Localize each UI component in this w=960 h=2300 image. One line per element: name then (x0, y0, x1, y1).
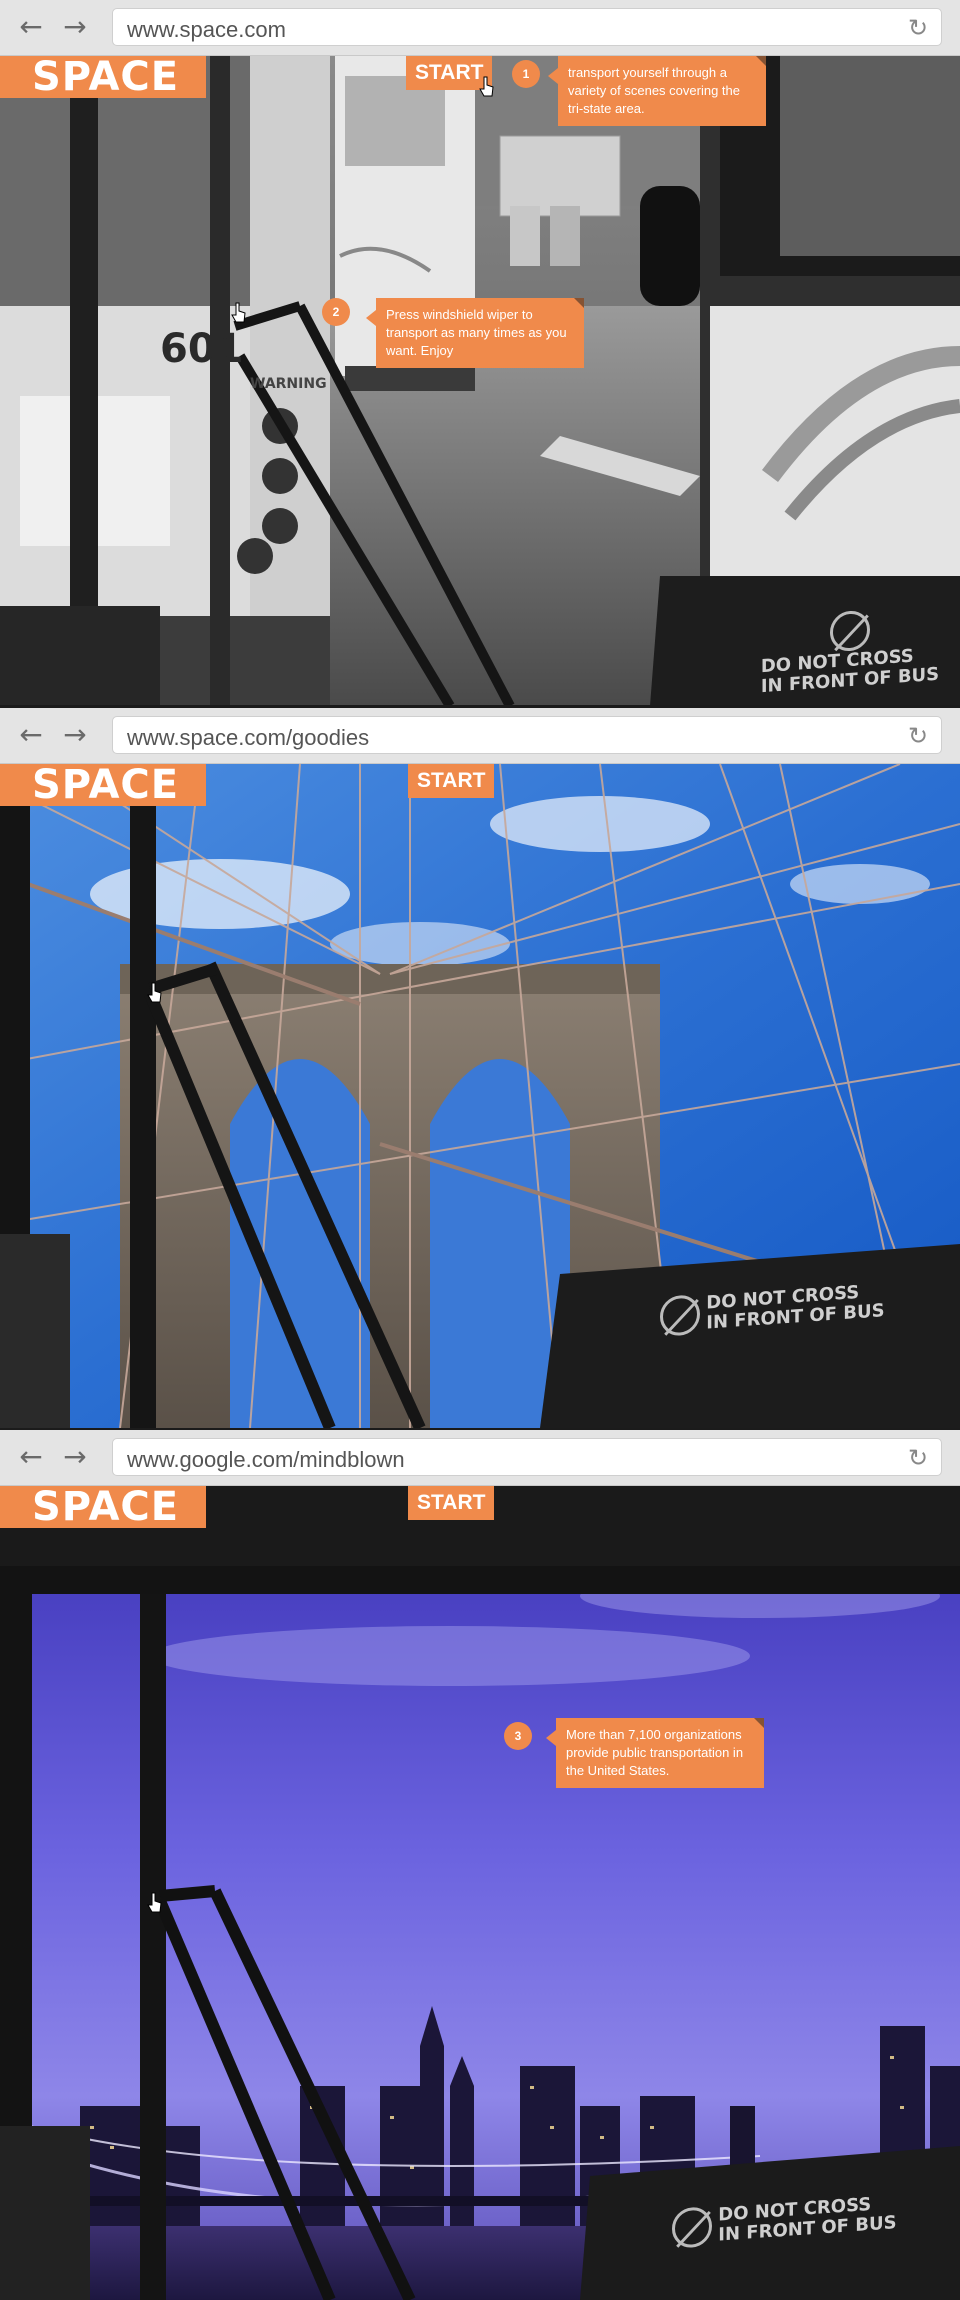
space-logo[interactable]: SPACE (0, 56, 206, 98)
manhattan-skyline-photo (0, 1486, 960, 2300)
space-logo[interactable]: SPACE (0, 764, 206, 806)
browser-window-1: ← → www.space.com ↻ 601 WARNING DO NOT C… (0, 0, 960, 705)
hand-pointer-icon (147, 982, 162, 1003)
url-text: www.google.com/mindblown (127, 1447, 405, 1472)
start-button[interactable]: START (408, 1486, 495, 1520)
url-text: www.space.com (127, 17, 286, 42)
tip-badge-1: 1 (512, 60, 540, 88)
tip-badge-3: 3 (504, 1722, 532, 1750)
tip-callout-3: More than 7,100 organizations provide pu… (546, 1718, 764, 1788)
bus-street-photo (0, 56, 960, 705)
hand-pointer-icon (231, 302, 246, 323)
bus-number: 601 (160, 326, 244, 372)
forward-arrow-icon[interactable]: → (58, 1440, 92, 1474)
forward-arrow-icon[interactable]: → (58, 10, 92, 44)
back-arrow-icon[interactable]: ← (14, 1440, 48, 1474)
address-bar[interactable]: www.google.com/mindblown ↻ (112, 1438, 942, 1476)
browser-toolbar: ← → www.google.com/mindblown ↻ (0, 1430, 960, 1486)
hand-pointer-icon (147, 1892, 162, 1913)
browser-toolbar: ← → www.space.com ↻ (0, 0, 960, 56)
tip-badge-2: 2 (322, 298, 350, 326)
back-arrow-icon[interactable]: ← (14, 10, 48, 44)
no-pedestrian-icon (672, 2206, 712, 2249)
hand-pointer-icon (479, 76, 494, 97)
start-button[interactable]: START (408, 764, 495, 798)
brooklyn-bridge-photo (0, 764, 960, 1428)
forward-arrow-icon[interactable]: → (58, 718, 92, 752)
tip-callout-2: Press windshield wiper to transport as m… (366, 298, 584, 368)
url-text: www.space.com/goodies (127, 725, 370, 750)
browser-window-3: ← → www.google.com/mindblown ↻ DO NOT CR… (0, 1430, 960, 2300)
scene-bus-street: 601 WARNING DO NOT CROSS IN FRONT OF BUS… (0, 56, 960, 705)
address-bar[interactable]: www.space.com/goodies ↻ (112, 716, 942, 754)
reload-icon[interactable]: ↻ (905, 15, 931, 41)
reload-icon[interactable]: ↻ (905, 723, 931, 749)
space-logo[interactable]: SPACE (0, 1486, 206, 1528)
tip-callout-1: transport yourself through a variety of … (548, 56, 766, 126)
address-bar[interactable]: www.space.com ↻ (112, 8, 942, 46)
scene-manhattan-skyline: DO NOT CROSS IN FRONT OF BUS SPACE START… (0, 1486, 960, 2300)
bus-warning-label: WARNING (250, 376, 327, 392)
browser-window-2: ← → www.space.com/goodies ↻ DO NOT CROSS… (0, 708, 960, 1428)
back-arrow-icon[interactable]: ← (14, 718, 48, 752)
reload-icon[interactable]: ↻ (905, 1445, 931, 1471)
scene-brooklyn-bridge: DO NOT CROSS IN FRONT OF BUS SPACE START (0, 764, 960, 1428)
browser-toolbar: ← → www.space.com/goodies ↻ (0, 708, 960, 764)
no-pedestrian-icon (830, 609, 870, 653)
bus-sign: DO NOT CROSS IN FRONT OF BUS (740, 603, 960, 698)
no-pedestrian-icon (660, 1294, 700, 1337)
